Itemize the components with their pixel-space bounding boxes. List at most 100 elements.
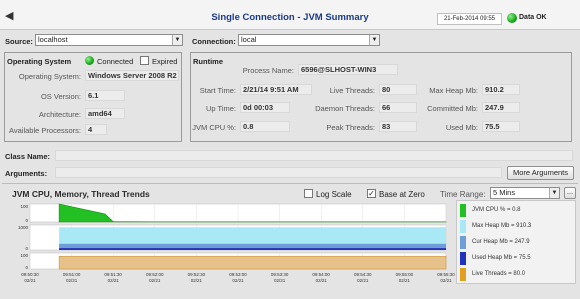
x-tick-label: 09:51:00 xyxy=(63,272,81,277)
x-tick-date: 02/21 xyxy=(108,278,120,283)
up-time-label: Up Time: xyxy=(205,104,236,113)
daemon-threads-value: 66 xyxy=(379,102,417,113)
x-tick-date: 02/21 xyxy=(24,278,36,283)
used-label: Used Mb: xyxy=(445,123,478,132)
back-arrow-icon[interactable]: ◀ xyxy=(5,10,17,22)
process-name-label: Process Name: xyxy=(242,66,294,75)
source-label: Source: xyxy=(5,37,33,46)
base-at-zero-label: Base at Zero xyxy=(379,190,425,199)
committed-label: Committed Mb: xyxy=(427,104,478,113)
daemon-threads-label: Daemon Threads: xyxy=(315,104,375,113)
x-tick-date: 02/21 xyxy=(357,278,369,283)
base-at-zero-checkbox[interactable]: ✓ xyxy=(367,189,376,198)
connected-label: Connected xyxy=(97,57,134,66)
process-name-value: 6596@SLHOST-WIN3 xyxy=(298,64,398,75)
trends-title: JVM CPU, Memory, Thread Trends xyxy=(12,189,150,199)
source-select[interactable]: localhost ▼ xyxy=(35,34,183,46)
expired-checkbox[interactable] xyxy=(140,56,149,65)
source-value: localhost xyxy=(38,35,68,44)
x-tick-label: 09:51:30 xyxy=(104,272,122,277)
expired-label: Expired xyxy=(152,57,178,66)
runtime-title: Runtime xyxy=(193,57,223,66)
time-range-value: 5 Mins xyxy=(493,188,516,197)
legend-swatch xyxy=(460,204,466,217)
y-tick-label: 1000 xyxy=(18,225,29,230)
live-threads-value: 80 xyxy=(379,84,417,95)
peak-threads-label: Peak Threads: xyxy=(326,123,375,132)
legend-label: Cur Heap Mb = 247.9 xyxy=(472,239,530,245)
chevron-down-icon[interactable]: ▼ xyxy=(172,35,182,45)
legend-swatch xyxy=(460,220,466,233)
x-tick-label: 09:50:30 xyxy=(21,272,39,277)
log-scale-label: Log Scale xyxy=(316,190,352,199)
log-scale-checkbox[interactable] xyxy=(304,189,313,198)
legend-swatch xyxy=(460,268,466,281)
x-tick-label: 09:55:00 xyxy=(396,272,414,277)
legend-item-max-heap: Max Heap Mb = 910.3 xyxy=(458,219,576,234)
x-tick-date: 02/21 xyxy=(191,278,203,283)
legend-label: JVM CPU % = 0.8 xyxy=(472,207,521,213)
chevron-down-icon[interactable]: ▼ xyxy=(369,35,379,45)
legend-label: Live Threads = 80.0 xyxy=(472,271,526,277)
connection-value: local xyxy=(241,35,257,44)
peak-threads-value: 83 xyxy=(379,121,417,132)
x-tick-date: 02/21 xyxy=(149,278,161,283)
y-tick-label: 0 xyxy=(25,246,28,251)
y-tick-label: 100 xyxy=(20,253,28,258)
processors-value: 4 xyxy=(85,124,107,135)
x-tick-label: 09:52:00 xyxy=(146,272,164,277)
legend-item-used-heap: Used Heap Mb = 75.5 xyxy=(458,251,576,266)
timestamp: 21-Feb-2014 09:55 xyxy=(437,13,502,25)
legend-item-live-threads: Live Threads = 80.0 xyxy=(458,267,576,282)
series-live-threads xyxy=(58,255,447,270)
cpu-label: JVM CPU %: xyxy=(192,123,236,132)
x-tick-date: 02/21 xyxy=(66,278,78,283)
x-tick-date: 02/21 xyxy=(399,278,411,283)
start-time-label: Start Time: xyxy=(199,86,236,95)
status-ok-icon xyxy=(507,13,517,23)
arguments-field xyxy=(55,167,502,178)
legend-swatch xyxy=(460,236,466,249)
used-value: 75.5 xyxy=(482,121,520,132)
start-time-value: 2/21/14 9:51 AM xyxy=(240,84,312,95)
status-text: Data OK xyxy=(519,14,547,21)
os-panel-title: Operating System xyxy=(7,57,72,66)
x-tick-label: 09:54:30 xyxy=(354,272,372,277)
max-heap-value: 910.2 xyxy=(482,84,520,95)
x-tick-date: 02/21 xyxy=(440,278,452,283)
class-name-label: Class Name: xyxy=(5,152,51,161)
connected-icon xyxy=(85,56,94,65)
connection-label: Connection: xyxy=(192,37,236,46)
legend-label: Max Heap Mb = 910.3 xyxy=(472,223,532,229)
connection-select[interactable]: local ▼ xyxy=(238,34,380,46)
page-title: Single Connection - JVM Summary xyxy=(211,12,369,23)
x-tick-date: 02/21 xyxy=(232,278,244,283)
os-version-label: OS Version: xyxy=(40,92,81,101)
class-name-field xyxy=(55,150,573,161)
os-value: Windows Server 2008 R2 xyxy=(85,70,179,81)
series-used-heap xyxy=(59,248,447,250)
more-options-button[interactable]: ... xyxy=(564,187,576,199)
legend-swatch xyxy=(460,252,466,265)
x-tick-label: 09:54:00 xyxy=(312,272,330,277)
x-tick-date: 02/21 xyxy=(316,278,328,283)
legend-item-cpu: JVM CPU % = 0.8 xyxy=(458,203,576,218)
legend-item-cur-heap: Cur Heap Mb = 247.9 xyxy=(458,235,576,250)
y-tick-label: 0 xyxy=(25,265,28,270)
x-tick-label: 09:52:30 xyxy=(188,272,206,277)
arguments-label: Arguments: xyxy=(5,169,48,178)
live-threads-label: Live Threads: xyxy=(329,86,375,95)
x-tick-label: 09:55:30 xyxy=(437,272,455,277)
y-tick-label: 100 xyxy=(20,204,28,209)
max-heap-label: Max Heap Mb: xyxy=(429,86,478,95)
more-arguments-button[interactable]: More Arguments xyxy=(507,166,574,180)
chevron-down-icon[interactable]: ▼ xyxy=(549,188,559,198)
time-range-select[interactable]: 5 Mins ▼ xyxy=(490,187,560,199)
processors-label: Available Processors: xyxy=(9,126,81,135)
os-label: Operating System: xyxy=(18,72,81,81)
x-tick-label: 09:53:30 xyxy=(271,272,289,277)
x-tick-date: 02/21 xyxy=(274,278,286,283)
architecture-value: amd64 xyxy=(85,108,125,119)
legend-label: Used Heap Mb = 75.5 xyxy=(472,255,531,261)
y-tick-label: 0 xyxy=(25,218,28,223)
